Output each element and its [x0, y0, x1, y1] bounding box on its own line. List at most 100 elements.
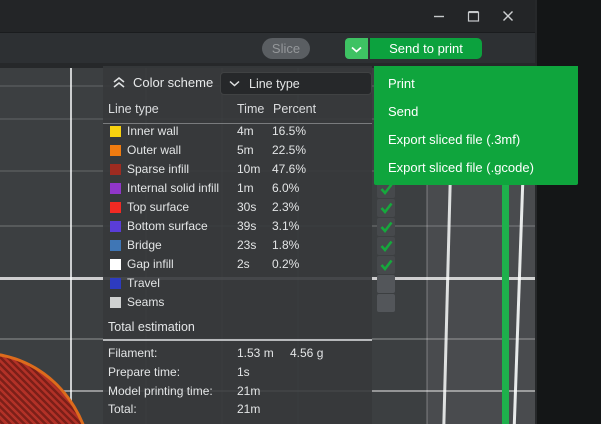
checkmark-icon — [379, 220, 394, 234]
checkmark-icon — [379, 201, 394, 215]
total-row-value: 1s — [237, 365, 250, 379]
total-row-label: Total: — [108, 402, 137, 416]
total-row-value: 21m — [237, 402, 260, 416]
total-estimation-row: Model printing time: 21m — [103, 384, 372, 399]
total-estimation-row: Total: 21m — [103, 402, 372, 417]
line-type-time: 1m — [237, 179, 254, 198]
slice-button[interactable]: Slice — [262, 38, 310, 59]
maximize-icon — [466, 9, 481, 23]
line-type-row: Bottom surface 39s 3.1% — [103, 217, 372, 236]
title-bar — [0, 0, 535, 33]
line-type-time: 23s — [237, 236, 256, 255]
column-header-percent: Percent — [273, 102, 316, 116]
line-type-time: 10m — [237, 160, 260, 179]
line-type-visibility-checkbox[interactable] — [377, 294, 395, 312]
line-type-name: Bridge — [127, 236, 162, 255]
send-dropdown-arrow-button[interactable] — [345, 38, 368, 59]
send-to-print-button[interactable]: Send to print — [370, 38, 482, 59]
send-to-print-menu: PrintSendExport sliced file (.3mf)Export… — [374, 66, 578, 185]
line-type-swatch — [110, 278, 121, 289]
line-type-visibility-checkbox[interactable] — [377, 256, 395, 274]
line-type-time: 39s — [237, 217, 256, 236]
line-type-visibility-checkbox[interactable] — [377, 237, 395, 255]
line-type-swatch — [110, 164, 121, 175]
total-row-label: Model printing time: — [108, 384, 213, 398]
line-type-percent: 47.6% — [272, 160, 306, 179]
line-type-swatch — [110, 183, 121, 194]
line-type-row: Inner wall 4m 16.5% — [103, 122, 372, 141]
line-type-swatch — [110, 240, 121, 251]
collapse-panel-icon[interactable] — [111, 75, 127, 89]
line-type-time: 4m — [237, 122, 254, 141]
line-type-percent: 16.5% — [272, 122, 306, 141]
line-type-row: Internal solid infill 1m 6.0% — [103, 179, 372, 198]
line-type-row: Sparse infill 10m 47.6% — [103, 160, 372, 179]
menu-item[interactable]: Print — [374, 70, 578, 98]
right-side-strip — [535, 0, 601, 424]
line-type-name: Inner wall — [127, 122, 178, 141]
view-type-select[interactable]: Line type — [220, 72, 372, 95]
total-row-value: 21m — [237, 384, 260, 398]
column-header-line-type: Line type — [108, 102, 159, 116]
line-type-swatch — [110, 259, 121, 270]
line-type-time: 30s — [237, 198, 256, 217]
line-type-name: Internal solid infill — [127, 179, 219, 198]
line-type-row: Seams — [103, 293, 372, 312]
line-type-percent: 0.2% — [272, 255, 299, 274]
checkmark-icon — [379, 258, 394, 272]
total-row-value: 1.53 m — [237, 346, 274, 360]
menu-item[interactable]: Export sliced file (.3mf) — [374, 126, 578, 154]
total-estimation-row: Prepare time: 1s — [103, 365, 372, 380]
close-button[interactable] — [499, 7, 517, 25]
line-type-visibility-checkbox[interactable] — [377, 199, 395, 217]
line-type-visibility-checkbox[interactable] — [377, 275, 395, 293]
column-header-time: Time — [237, 102, 264, 116]
line-type-swatch — [110, 145, 121, 156]
minimize-button[interactable] — [430, 7, 448, 25]
line-type-name: Top surface — [127, 198, 189, 217]
line-type-percent: 1.8% — [272, 236, 299, 255]
total-row-label: Filament: — [108, 346, 157, 360]
line-type-percent: 3.1% — [272, 217, 299, 236]
menu-item[interactable]: Send — [374, 98, 578, 126]
minimize-icon — [432, 9, 446, 23]
total-row-label: Prepare time: — [108, 365, 180, 379]
line-type-name: Travel — [127, 274, 160, 293]
line-type-row: Bridge 23s 1.8% — [103, 236, 372, 255]
line-type-row: Top surface 30s 2.3% — [103, 198, 372, 217]
close-icon — [501, 9, 515, 23]
line-type-name: Gap infill — [127, 255, 174, 274]
total-estimation-title: Total estimation — [108, 320, 195, 334]
line-type-percent: 22.5% — [272, 141, 306, 160]
separator — [103, 339, 372, 341]
line-type-time: 2s — [237, 255, 250, 274]
line-type-swatch — [110, 126, 121, 137]
line-type-row: Travel — [103, 274, 372, 293]
chevron-down-icon — [229, 80, 240, 87]
toolbar: Slice Send to print — [0, 32, 535, 63]
line-type-time: 5m — [237, 141, 254, 160]
color-scheme-panel: Color scheme Line type Line type Time Pe… — [103, 66, 372, 424]
total-estimation-row: Filament: 1.53 m 4.56 g — [103, 346, 372, 361]
sliced-model-disc[interactable] — [0, 352, 94, 424]
line-type-swatch — [110, 221, 121, 232]
slicer-app-window: Color scheme Line type Line type Time Pe… — [0, 0, 601, 424]
line-type-percent: 6.0% — [272, 179, 299, 198]
total-row-value2: 4.56 g — [290, 346, 323, 360]
line-type-name: Seams — [127, 293, 164, 312]
line-type-visibility-checkbox[interactable] — [377, 218, 395, 236]
menu-item[interactable]: Export sliced file (.gcode) — [374, 154, 578, 182]
line-type-percent: 2.3% — [272, 198, 299, 217]
maximize-button[interactable] — [464, 7, 482, 25]
line-type-swatch — [110, 202, 121, 213]
line-type-name: Sparse infill — [127, 160, 189, 179]
chevron-down-icon — [351, 40, 362, 58]
line-type-row: Outer wall 5m 22.5% — [103, 141, 372, 160]
line-type-row: Gap infill 2s 0.2% — [103, 255, 372, 274]
line-type-name: Bottom surface — [127, 217, 208, 236]
checkmark-icon — [379, 239, 394, 253]
panel-title: Color scheme — [133, 75, 213, 90]
line-type-name: Outer wall — [127, 141, 181, 160]
line-type-swatch — [110, 297, 121, 308]
view-type-value: Line type — [249, 77, 300, 91]
